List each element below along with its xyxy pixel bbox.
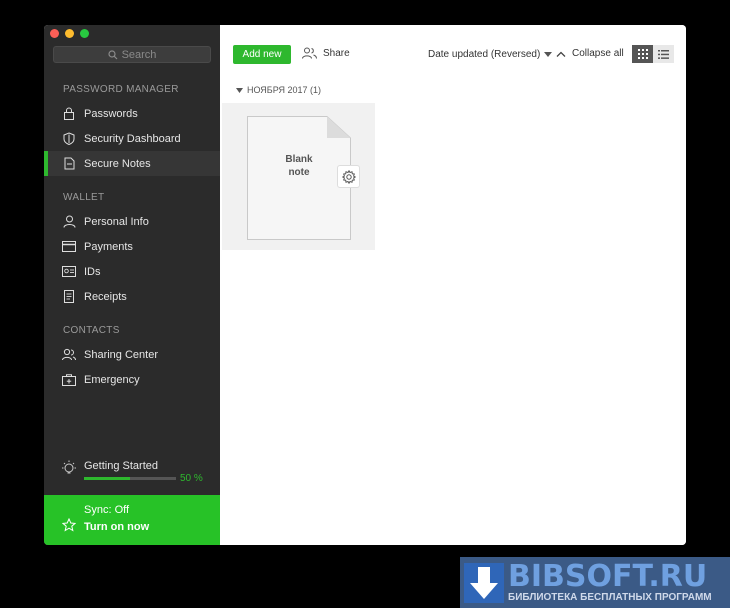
search-icon (107, 49, 117, 59)
add-new-button[interactable]: Add new (233, 45, 291, 64)
sidebar-item-label: Secure Notes (84, 157, 151, 170)
note-tile[interactable]: Blank note (222, 103, 375, 250)
sidebar-item-ids[interactable]: IDs (44, 259, 220, 284)
getting-started-progress-fill (84, 477, 130, 480)
note-settings-button[interactable] (337, 165, 360, 188)
note-title-line1: Blank (285, 154, 313, 165)
id-card-icon (62, 265, 76, 279)
sidebar-item-label: Personal Info (84, 215, 149, 228)
sort-label: Date updated (Reversed) (428, 49, 541, 60)
share-label: Share (323, 47, 350, 59)
lock-icon (62, 107, 76, 121)
getting-started-label: Getting Started (84, 460, 158, 472)
list-icon (658, 49, 669, 59)
app-window: Search PASSWORD MANAGER Passwords Securi… (44, 25, 686, 545)
group-title: НОЯБРЯ 2017 (1) (247, 85, 322, 95)
sidebar-item-personal-info[interactable]: Personal Info (44, 209, 220, 234)
close-window-button[interactable] (50, 29, 59, 38)
sidebar-item-emergency[interactable]: Emergency (44, 367, 220, 392)
minimize-window-button[interactable] (65, 29, 74, 38)
list-view-button[interactable] (653, 45, 674, 63)
sidebar-item-sharing-center[interactable]: Sharing Center (44, 342, 220, 367)
main-content: Add new Share Date updated (Reversed) Co… (220, 25, 686, 545)
grid-icon (637, 49, 648, 59)
sidebar-item-security-dashboard[interactable]: Security Dashboard (44, 126, 220, 151)
first-aid-kit-icon (62, 373, 76, 387)
zoom-window-button[interactable] (80, 29, 89, 38)
search-input[interactable]: Search (53, 46, 211, 63)
sidebar-item-label: Payments (84, 240, 133, 253)
sidebar-item-payments[interactable]: Payments (44, 234, 220, 259)
getting-started-percent: 50 % (180, 473, 203, 484)
sidebar-item-label: Passwords (84, 107, 138, 120)
receipt-icon (62, 290, 76, 304)
note-icon (62, 157, 76, 171)
window-controls (50, 29, 89, 38)
watermark-logo: BIBSOFT.RU БИБЛИОТЕКА БЕСПЛАТНЫХ ПРОГРАМ… (460, 557, 730, 608)
sync-panel[interactable]: Sync: Off Turn on now (44, 495, 220, 545)
search-placeholder: Search (121, 48, 157, 61)
caret-down-icon (544, 52, 553, 57)
collapse-all-button[interactable]: Collapse all (556, 48, 624, 59)
getting-started[interactable]: Getting Started 50 % (44, 455, 220, 495)
sidebar-item-label: Emergency (84, 373, 140, 386)
person-icon (62, 215, 76, 229)
grid-view-button[interactable] (632, 45, 653, 63)
sidebar-item-receipts[interactable]: Receipts (44, 284, 220, 309)
share-button[interactable]: Share (302, 47, 350, 59)
sidebar-item-secure-notes[interactable]: Secure Notes (44, 151, 220, 176)
watermark-title: BIBSOFT.RU (508, 559, 708, 594)
sidebar-item-label: IDs (84, 265, 101, 278)
credit-card-icon (62, 240, 76, 254)
gear-icon (341, 169, 356, 184)
chevron-up-icon (556, 51, 566, 57)
section-password-manager: PASSWORD MANAGER (63, 84, 179, 95)
getting-started-progress (84, 477, 176, 480)
lightbulb-icon (62, 460, 76, 474)
download-arrow-icon (464, 563, 504, 603)
share-people-icon (302, 47, 317, 59)
section-wallet: WALLET (63, 192, 105, 203)
star-icon (62, 518, 76, 532)
sharing-people-icon (62, 348, 76, 362)
watermark-subtitle: БИБЛИОТЕКА БЕСПЛАТНЫХ ПРОГРАММ (508, 592, 712, 603)
group-header[interactable]: НОЯБРЯ 2017 (1) (236, 85, 321, 95)
note-title-line2: note (288, 167, 310, 178)
sidebar-item-label: Sharing Center (84, 348, 158, 361)
sidebar-item-label: Receipts (84, 290, 127, 303)
sidebar: Search PASSWORD MANAGER Passwords Securi… (44, 25, 220, 545)
view-toggle (632, 45, 674, 63)
collapse-all-label: Collapse all (572, 48, 624, 59)
caret-down-icon (236, 87, 243, 93)
sync-status: Sync: Off (84, 504, 130, 516)
turn-on-sync-link[interactable]: Turn on now (84, 521, 149, 533)
sidebar-item-passwords[interactable]: Passwords (44, 101, 220, 126)
section-contacts: CONTACTS (63, 325, 120, 336)
sort-dropdown[interactable]: Date updated (Reversed) (428, 49, 553, 60)
shield-icon (62, 132, 76, 146)
note-title: Blank note (269, 153, 329, 179)
sidebar-item-label: Security Dashboard (84, 132, 181, 145)
